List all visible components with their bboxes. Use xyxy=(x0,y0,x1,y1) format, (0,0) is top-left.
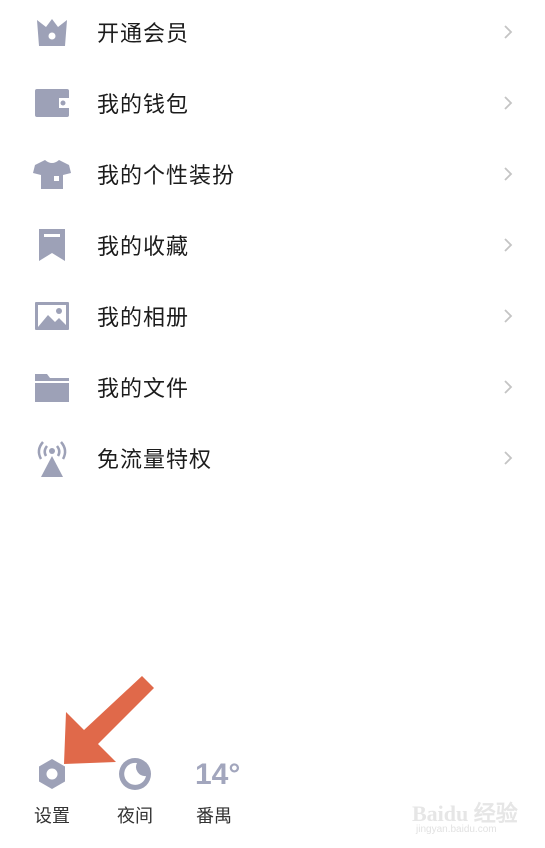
menu-item-decoration[interactable]: 我的个性装扮 xyxy=(0,142,545,206)
night-mode-label: 夜间 xyxy=(117,806,153,827)
menu-item-album[interactable]: 我的相册 xyxy=(0,284,545,348)
menu-item-files[interactable]: 我的文件 xyxy=(0,355,545,419)
chevron-right-icon xyxy=(500,20,516,44)
bookmark-icon xyxy=(32,225,72,265)
crown-icon xyxy=(32,12,72,52)
menu-item-label: 我的相册 xyxy=(97,306,190,331)
menu-item-free-data[interactable]: 免流量特权 xyxy=(0,426,545,490)
chevron-right-icon xyxy=(500,233,516,257)
settings-label: 设置 xyxy=(34,806,70,827)
menu-item-favorites[interactable]: 我的收藏 xyxy=(0,213,545,277)
photo-icon xyxy=(32,296,72,336)
night-mode-button[interactable]: 夜间 xyxy=(105,740,165,836)
menu-item-label: 我的钱包 xyxy=(97,93,190,118)
baidu-watermark: Baidu 经验 jingyan.baidu.com xyxy=(412,790,532,840)
chevron-right-icon xyxy=(500,446,516,470)
shirt-icon xyxy=(32,154,72,194)
folder-icon xyxy=(32,367,72,407)
watermark-url: jingyan.baidu.com xyxy=(416,824,497,835)
signal-tower-icon xyxy=(32,438,72,478)
menu-item-label: 免流量特权 xyxy=(97,448,213,473)
moon-icon xyxy=(115,754,155,794)
chevron-right-icon xyxy=(500,91,516,115)
weather-city: 番禺 xyxy=(196,806,232,827)
menu-item-label: 我的文件 xyxy=(97,377,190,402)
weather-temperature[interactable]: 14° xyxy=(195,758,240,792)
gear-icon xyxy=(32,754,72,794)
settings-button[interactable]: 设置 xyxy=(22,740,82,836)
menu-item-wallet[interactable]: 我的钱包 xyxy=(0,71,545,135)
menu-item-label: 我的个性装扮 xyxy=(97,164,236,189)
chevron-right-icon xyxy=(500,304,516,328)
menu-item-vip[interactable]: 开通会员 xyxy=(0,0,545,64)
chevron-right-icon xyxy=(500,375,516,399)
wallet-icon xyxy=(32,83,72,123)
menu-item-label: 我的收藏 xyxy=(97,235,190,260)
menu-item-label: 开通会员 xyxy=(97,22,190,47)
chevron-right-icon xyxy=(500,162,516,186)
